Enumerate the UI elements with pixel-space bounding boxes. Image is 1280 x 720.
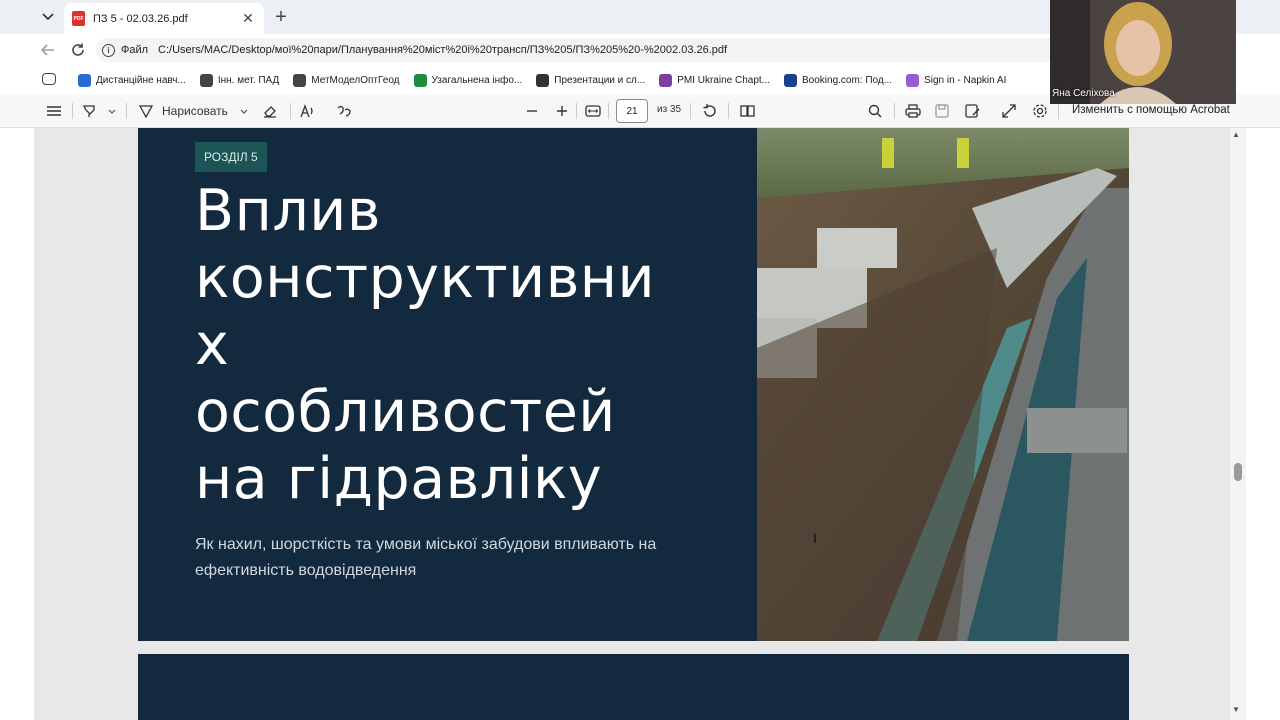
scroll-up-arrow-icon[interactable]: ▲ (1232, 130, 1240, 139)
zoom-out-icon[interactable] (526, 102, 538, 120)
bookmark-favicon-icon (199, 73, 213, 87)
bookmark-favicon-icon (784, 73, 797, 87)
heading-line: Вплив (195, 178, 381, 244)
new-tab-button[interactable]: + (270, 6, 292, 28)
pdf-page-slide: РОЗДІЛ 5 Вплив конструктивни х особливос… (138, 128, 1129, 641)
toolbar-divider (576, 103, 577, 119)
bookmark-item[interactable]: МетМоделОптГеод (293, 73, 400, 87)
toolbar-divider (894, 103, 895, 119)
toolbar-divider (126, 103, 127, 119)
heading-line: на гідравліку (195, 446, 603, 512)
back-arrow-icon[interactable] (38, 40, 58, 60)
toolbar-divider (690, 103, 691, 119)
bookmark-item[interactable]: PMI Ukraine Chapt... (659, 73, 770, 87)
highlight-icon[interactable] (82, 102, 116, 120)
bookmark-favicon-icon (659, 73, 673, 87)
text-cursor-icon: Ι (813, 530, 817, 546)
print-icon[interactable] (905, 102, 921, 120)
heading-line: конструктивни (195, 245, 656, 311)
tab-search-chevron-icon[interactable] (34, 5, 62, 29)
bookmark-label: Дистанційне навч... (96, 74, 186, 86)
draw-label: Нарисовать (162, 104, 228, 118)
contents-list-icon[interactable] (46, 102, 62, 120)
bookmark-label: Booking.com: Под... (802, 74, 893, 86)
tab-pdf-document[interactable]: PDF ПЗ 5 - 02.03.26.pdf ✕ (64, 3, 264, 34)
bookmark-favicon-icon (413, 73, 427, 87)
bookmark-label: PMI Ukraine Chapt... (677, 74, 770, 86)
toolbar-divider (72, 103, 73, 119)
rotate-icon[interactable] (702, 102, 718, 120)
bookmark-list: Дистанційне навч... Інн. мет. ПАД МетМодел… (78, 66, 1020, 94)
search-icon[interactable] (868, 102, 882, 120)
omnibox[interactable]: i Файл C:/Users/MAC/Desktop/мої%20пари/П… (96, 38, 1066, 62)
section-badge: РОЗДІЛ 5 (195, 142, 267, 172)
save-icon[interactable] (935, 102, 949, 120)
bookmark-favicon-icon (78, 73, 91, 87)
save-as-icon[interactable] (965, 102, 981, 120)
heading-line: х (195, 312, 230, 378)
read-aloud-icon[interactable] (300, 102, 316, 120)
url-scheme-label: Файл (121, 44, 149, 56)
tab-title: ПЗ 5 - 02.03.26.pdf (93, 12, 188, 25)
slide-heading: Вплив конструктивни х особливостей на гі… (195, 178, 715, 513)
zoom-in-icon[interactable] (556, 102, 568, 120)
bookmark-item[interactable]: Sign in - Napkin AI (906, 73, 1007, 87)
page-view-icon[interactable] (740, 102, 756, 120)
fit-page-icon[interactable] (585, 102, 601, 120)
heading-line: особливостей (195, 379, 616, 445)
bookmark-label: Презентации и сл... (554, 74, 646, 86)
bookmark-item[interactable]: Booking.com: Под... (784, 73, 893, 87)
reload-icon[interactable] (68, 40, 88, 60)
draw-button[interactable]: Нарисовать (138, 102, 248, 120)
edit-with-acrobat-button[interactable]: Изменить с помощью Acrobat (1072, 104, 1230, 116)
info-icon[interactable]: i (102, 43, 115, 57)
bookmark-label: Узагальнена інфо... (431, 74, 523, 86)
toolbar-divider (608, 103, 609, 119)
bookmark-label: МетМоделОптГеод (311, 74, 400, 86)
tab-close-icon[interactable]: ✕ (240, 10, 256, 27)
bookmark-favicon-icon (536, 73, 550, 87)
slide-subtitle: Як нахил, шорсткість та умови міської за… (195, 536, 657, 579)
eraser-icon[interactable] (262, 102, 278, 120)
pdf-file-icon: PDF (72, 11, 85, 26)
bookmark-item[interactable]: Інн. мет. ПАД (199, 73, 280, 87)
page-number-input[interactable]: 21 (616, 99, 648, 123)
page-total-label: из 35 (657, 104, 682, 115)
tab-groups-icon[interactable] (42, 73, 56, 85)
scroll-down-arrow-icon[interactable]: ▼ (1232, 705, 1240, 714)
bookmark-favicon-icon (906, 73, 920, 87)
bookmark-item[interactable]: Дистанційне навч... (78, 73, 186, 87)
settings-gear-icon[interactable] (1032, 102, 1048, 120)
scrollbar-thumb[interactable] (1234, 463, 1242, 481)
bookmark-item[interactable]: Презентации и сл... (536, 73, 646, 87)
next-pdf-page (138, 654, 1129, 720)
toolbar-divider (728, 103, 729, 119)
toolbar-divider (1058, 103, 1059, 119)
bookmark-item[interactable]: Узагальнена інфо... (413, 73, 523, 87)
url-text[interactable]: C:/Users/MAC/Desktop/мої%20пари/Плануван… (158, 44, 727, 56)
bookmark-label: Sign in - Napkin AI (924, 74, 1007, 86)
toolbar-divider (290, 103, 291, 119)
construction-drainage-photo (757, 128, 1129, 641)
presenter-name: Яна Селіхова (1052, 88, 1115, 99)
fullscreen-icon[interactable] (1002, 102, 1016, 120)
translate-icon[interactable] (336, 102, 352, 120)
bookmark-label: Інн. мет. ПАД (217, 74, 280, 86)
vertical-scrollbar[interactable] (1230, 128, 1246, 720)
bookmark-favicon-icon (293, 73, 307, 87)
